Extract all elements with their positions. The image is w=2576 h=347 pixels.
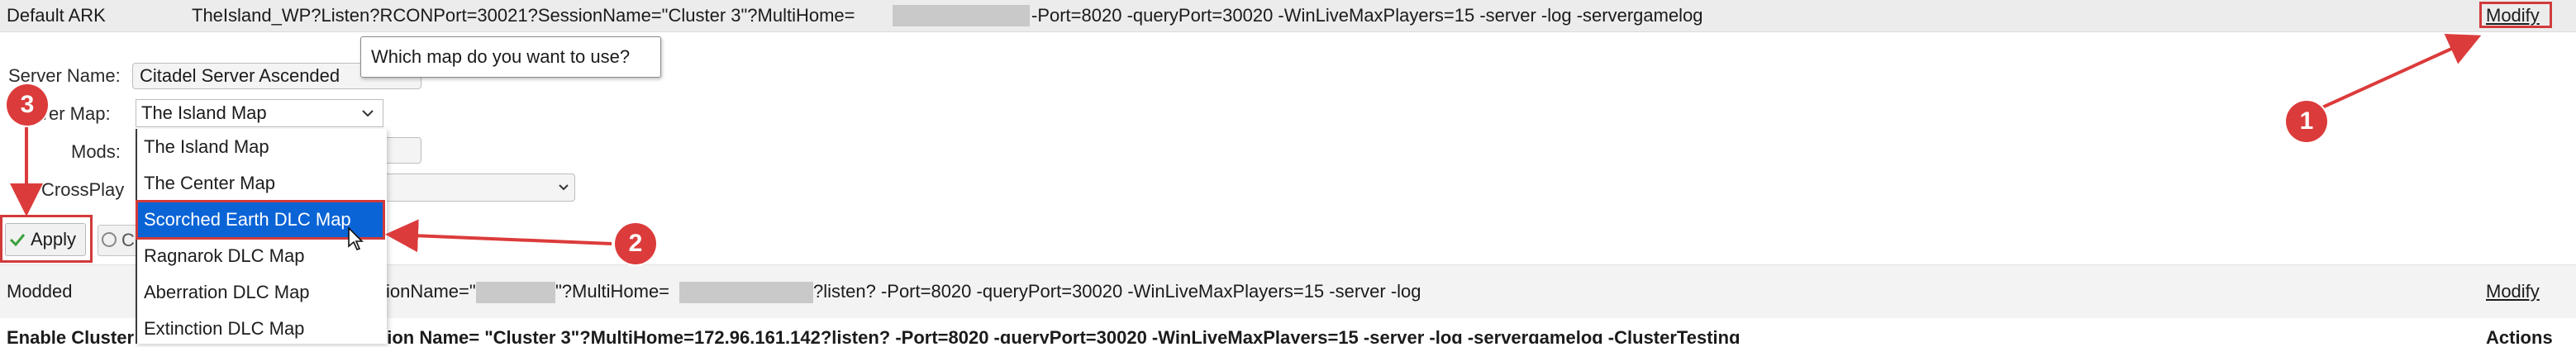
step-badge-2: 2 — [615, 223, 656, 264]
annotation-arrows — [10, 34, 2482, 253]
arrow-step2 — [385, 219, 612, 253]
step-badge-1: 1 — [2286, 101, 2327, 142]
arrow-step1 — [2321, 34, 2482, 109]
step-badge-3: 3 — [7, 84, 48, 126]
